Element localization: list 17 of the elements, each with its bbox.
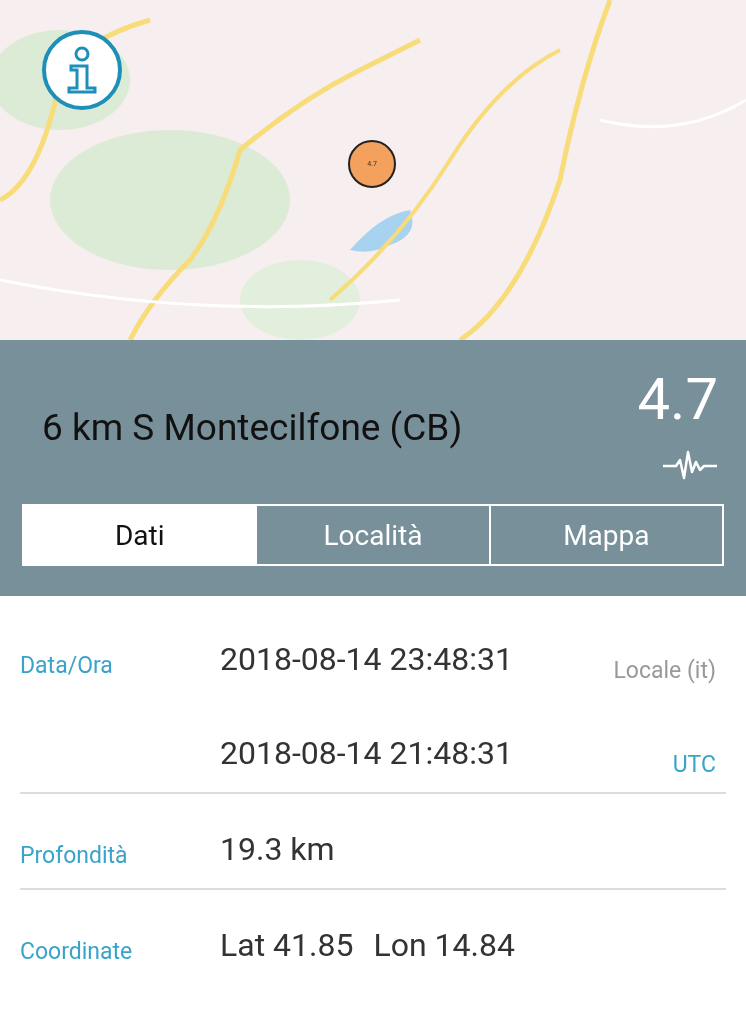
tab[interactable]: Località <box>255 506 489 564</box>
timezone-label: UTC <box>672 751 716 778</box>
detail-value: Lon 14.84 <box>373 926 515 964</box>
event-location: 6 km S Montecilfone (CB) <box>42 406 463 449</box>
tab[interactable]: Mappa <box>488 506 722 564</box>
tab[interactable]: Dati <box>24 506 256 564</box>
timezone-label: Locale (it) <box>613 657 716 684</box>
seismogram-icon <box>662 450 718 480</box>
detail-value: 2018-08-14 21:48:31 <box>220 734 513 772</box>
detail-label: Data/Ora <box>20 651 114 681</box>
detail-value: Lat 41.85 <box>220 926 354 964</box>
detail-label: Coordinate <box>20 937 134 967</box>
event-magnitude: 4.7 <box>637 370 718 428</box>
info-icon <box>65 46 99 94</box>
detail-label: Profondità <box>20 841 129 871</box>
detail-value: 2018-08-14 23:48:31 <box>220 640 513 678</box>
detail-value: 19.3 km <box>220 830 335 868</box>
